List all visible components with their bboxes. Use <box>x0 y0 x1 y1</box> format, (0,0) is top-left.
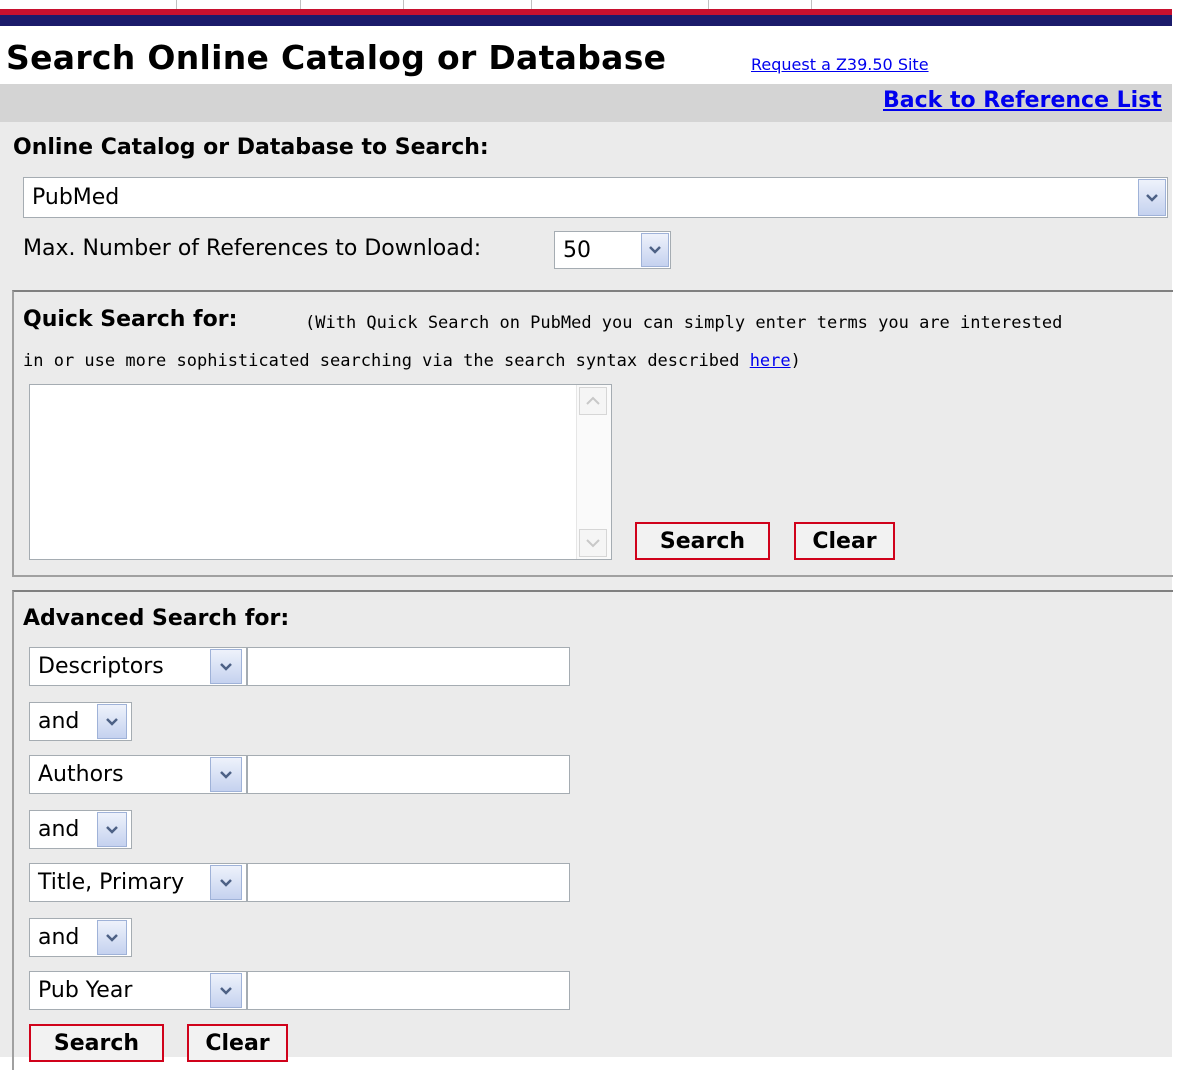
request-z3950-link[interactable]: Request a Z39.50 Site <box>751 55 929 74</box>
advanced-term-input-2[interactable] <box>247 755 570 794</box>
syntax-help-link[interactable]: here <box>750 351 791 371</box>
quick-search-label: Quick Search for: <box>23 307 238 332</box>
advanced-term-input-1[interactable] <box>247 647 570 686</box>
advanced-field-select-1[interactable]: Descriptors <box>29 647 247 686</box>
quick-clear-button[interactable]: Clear <box>794 522 895 560</box>
scroll-up-icon[interactable] <box>579 387 607 415</box>
quick-search-description-text: in or use more sophisticated searching v… <box>23 351 750 371</box>
advanced-search-button[interactable]: Search <box>29 1024 164 1062</box>
advanced-field-value-1: Descriptors <box>38 654 164 679</box>
advanced-search-label: Advanced Search for: <box>23 606 290 631</box>
advanced-field-select-3[interactable]: Title, Primary <box>29 863 247 902</box>
chevron-down-icon[interactable] <box>210 865 242 900</box>
max-refs-select-value: 50 <box>563 237 591 263</box>
advanced-operator-select-2[interactable]: and <box>29 810 132 849</box>
page-title: Search Online Catalog or Database <box>6 38 667 77</box>
catalog-select-value: PubMed <box>32 185 120 210</box>
back-to-reference-list-link[interactable]: Back to Reference List <box>883 88 1162 113</box>
advanced-term-input-3[interactable] <box>247 863 570 902</box>
advanced-operator-select-1[interactable]: and <box>29 702 132 741</box>
quick-search-description-line1: (With Quick Search on PubMed you can sim… <box>305 313 1063 333</box>
advanced-operator-select-3[interactable]: and <box>29 918 132 957</box>
chevron-down-icon[interactable] <box>210 649 242 684</box>
max-refs-select[interactable]: 50 <box>554 231 671 269</box>
chevron-down-icon[interactable] <box>210 973 242 1008</box>
chevron-down-icon[interactable] <box>97 812 127 847</box>
chevron-down-icon[interactable] <box>97 704 127 739</box>
quick-search-description-close: ) <box>790 351 801 371</box>
chevron-down-icon[interactable] <box>641 233 669 267</box>
textarea-scrollbar[interactable] <box>576 385 611 559</box>
advanced-operator-value-3: and <box>38 925 80 950</box>
scroll-down-icon[interactable] <box>579 529 607 557</box>
advanced-field-value-4: Pub Year <box>38 978 133 1003</box>
advanced-field-value-2: Authors <box>38 762 124 787</box>
chevron-down-icon[interactable] <box>97 920 127 955</box>
max-refs-label: Max. Number of References to Download: <box>23 236 482 261</box>
quick-search-button[interactable]: Search <box>635 522 770 560</box>
advanced-term-input-4[interactable] <box>247 971 570 1010</box>
catalog-label: Online Catalog or Database to Search: <box>13 135 489 160</box>
advanced-operator-value-1: and <box>38 709 80 734</box>
quick-search-textarea[interactable] <box>29 384 612 560</box>
header-stripe <box>0 0 1181 27</box>
chevron-down-icon[interactable] <box>1138 179 1166 216</box>
advanced-field-value-3: Title, Primary <box>38 870 185 895</box>
advanced-operator-value-2: and <box>38 817 80 842</box>
advanced-field-select-2[interactable]: Authors <box>29 755 247 794</box>
advanced-field-select-4[interactable]: Pub Year <box>29 971 247 1010</box>
catalog-select[interactable]: PubMed <box>23 177 1168 218</box>
chevron-down-icon[interactable] <box>210 757 242 792</box>
advanced-clear-button[interactable]: Clear <box>187 1024 288 1062</box>
quick-search-description-line2: in or use more sophisticated searching v… <box>23 351 801 371</box>
